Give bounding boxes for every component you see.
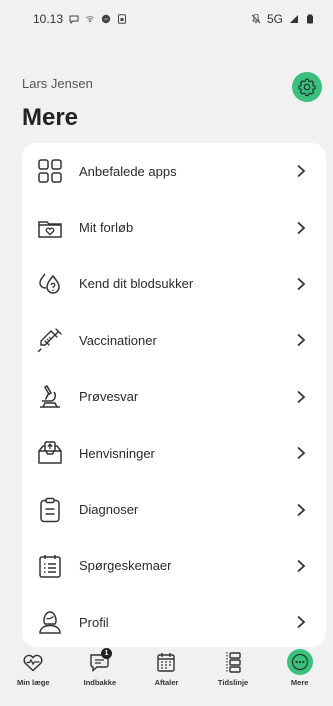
sim-notification-icon bbox=[117, 14, 127, 24]
chevron-right-icon bbox=[296, 503, 306, 517]
menu-item-vaccinationer[interactable]: Vaccinationer bbox=[22, 312, 326, 368]
nav-label: Indbakke bbox=[83, 678, 117, 687]
menu-item-label: Spørgeskemaer bbox=[79, 558, 172, 574]
menu-item-label: Diagnoser bbox=[79, 502, 139, 518]
nav-tab-min-laege[interactable]: Min læge bbox=[3, 648, 63, 687]
chevron-right-icon bbox=[296, 446, 306, 460]
menu-card: Anbefalede apps Mit forløb Kend dit blod… bbox=[22, 143, 326, 647]
nav-label: Aftaler bbox=[154, 678, 179, 687]
chevron-right-icon bbox=[296, 390, 306, 404]
signal-icon bbox=[289, 14, 299, 24]
menu-item-diagnoser[interactable]: Diagnoser bbox=[22, 481, 326, 537]
chevron-right-icon bbox=[296, 221, 306, 235]
nav-tab-mere[interactable]: Mere bbox=[270, 648, 330, 687]
settings-button[interactable] bbox=[292, 72, 322, 102]
active-tab-indicator bbox=[286, 649, 313, 675]
menu-item-spoergeskemaer[interactable]: Spørgeskemaer bbox=[22, 538, 326, 594]
apps-grid-icon bbox=[36, 157, 64, 185]
questionnaire-icon bbox=[36, 552, 64, 580]
nav-label: Tidslinje bbox=[217, 678, 249, 687]
nav-label: Min læge bbox=[17, 678, 50, 687]
wifi-notification-icon bbox=[85, 14, 95, 24]
unread-badge: 1 bbox=[100, 648, 112, 659]
messenger-notification-icon bbox=[101, 14, 111, 24]
calendar-icon bbox=[152, 648, 180, 676]
chevron-right-icon bbox=[296, 164, 306, 178]
menu-item-henvisninger[interactable]: Henvisninger bbox=[22, 425, 326, 481]
more-dots-icon bbox=[286, 648, 314, 676]
status-bar: 10.13 5G bbox=[0, 0, 333, 38]
chevron-right-icon bbox=[296, 559, 306, 573]
inbox-upload-icon bbox=[36, 439, 64, 467]
nav-label: Mere bbox=[290, 678, 309, 687]
user-name: Lars Jensen bbox=[22, 76, 93, 91]
menu-item-label: Anbefalede apps bbox=[79, 163, 177, 179]
bottom-nav: Min læge 1 Indbakke Aftaler Tidslinje Me… bbox=[0, 646, 333, 706]
gear-icon bbox=[298, 78, 316, 97]
chevron-right-icon bbox=[296, 615, 306, 629]
heart-pulse-icon bbox=[19, 648, 47, 676]
nav-tab-aftaler[interactable]: Aftaler bbox=[136, 648, 196, 687]
battery-icon bbox=[305, 14, 315, 24]
menu-item-proevesvar[interactable]: Prøvesvar bbox=[22, 369, 326, 425]
menu-item-profil[interactable]: Profil bbox=[22, 594, 326, 647]
nav-tab-indbakke[interactable]: 1 Indbakke bbox=[70, 648, 130, 687]
microscope-icon bbox=[36, 383, 64, 411]
chevron-right-icon bbox=[296, 277, 306, 291]
menu-item-label: Prøvesvar bbox=[79, 389, 139, 405]
page-title: Mere bbox=[22, 104, 79, 131]
menu-item-label: Kend dit blodsukker bbox=[79, 276, 194, 292]
folder-heart-icon bbox=[36, 214, 64, 242]
status-right: 5G bbox=[251, 12, 315, 26]
blood-drop-question-icon bbox=[36, 270, 64, 298]
menu-item-label: Henvisninger bbox=[79, 445, 155, 461]
menu-item-label: Profil bbox=[79, 614, 109, 630]
menu-item-label: Mit forløb bbox=[79, 220, 134, 236]
nav-tab-tidslinje[interactable]: Tidslinje bbox=[203, 648, 263, 687]
chat-icon: 1 bbox=[86, 648, 114, 676]
mute-icon bbox=[251, 14, 261, 24]
status-time: 10.13 bbox=[33, 12, 64, 26]
person-icon bbox=[36, 608, 64, 636]
chat-notification-icon bbox=[69, 14, 79, 24]
menu-item-kend-dit-blodsukker[interactable]: Kend dit blodsukker bbox=[22, 256, 326, 312]
status-left: 10.13 bbox=[33, 12, 127, 26]
menu-item-anbefalede-apps[interactable]: Anbefalede apps bbox=[22, 143, 326, 199]
syringe-icon bbox=[36, 326, 64, 354]
network-type: 5G bbox=[266, 12, 283, 26]
chevron-right-icon bbox=[296, 333, 306, 347]
clipboard-icon bbox=[36, 496, 64, 524]
menu-item-mit-forloeb[interactable]: Mit forløb bbox=[22, 199, 326, 255]
menu-item-label: Vaccinationer bbox=[79, 332, 157, 348]
timeline-icon bbox=[219, 648, 247, 676]
